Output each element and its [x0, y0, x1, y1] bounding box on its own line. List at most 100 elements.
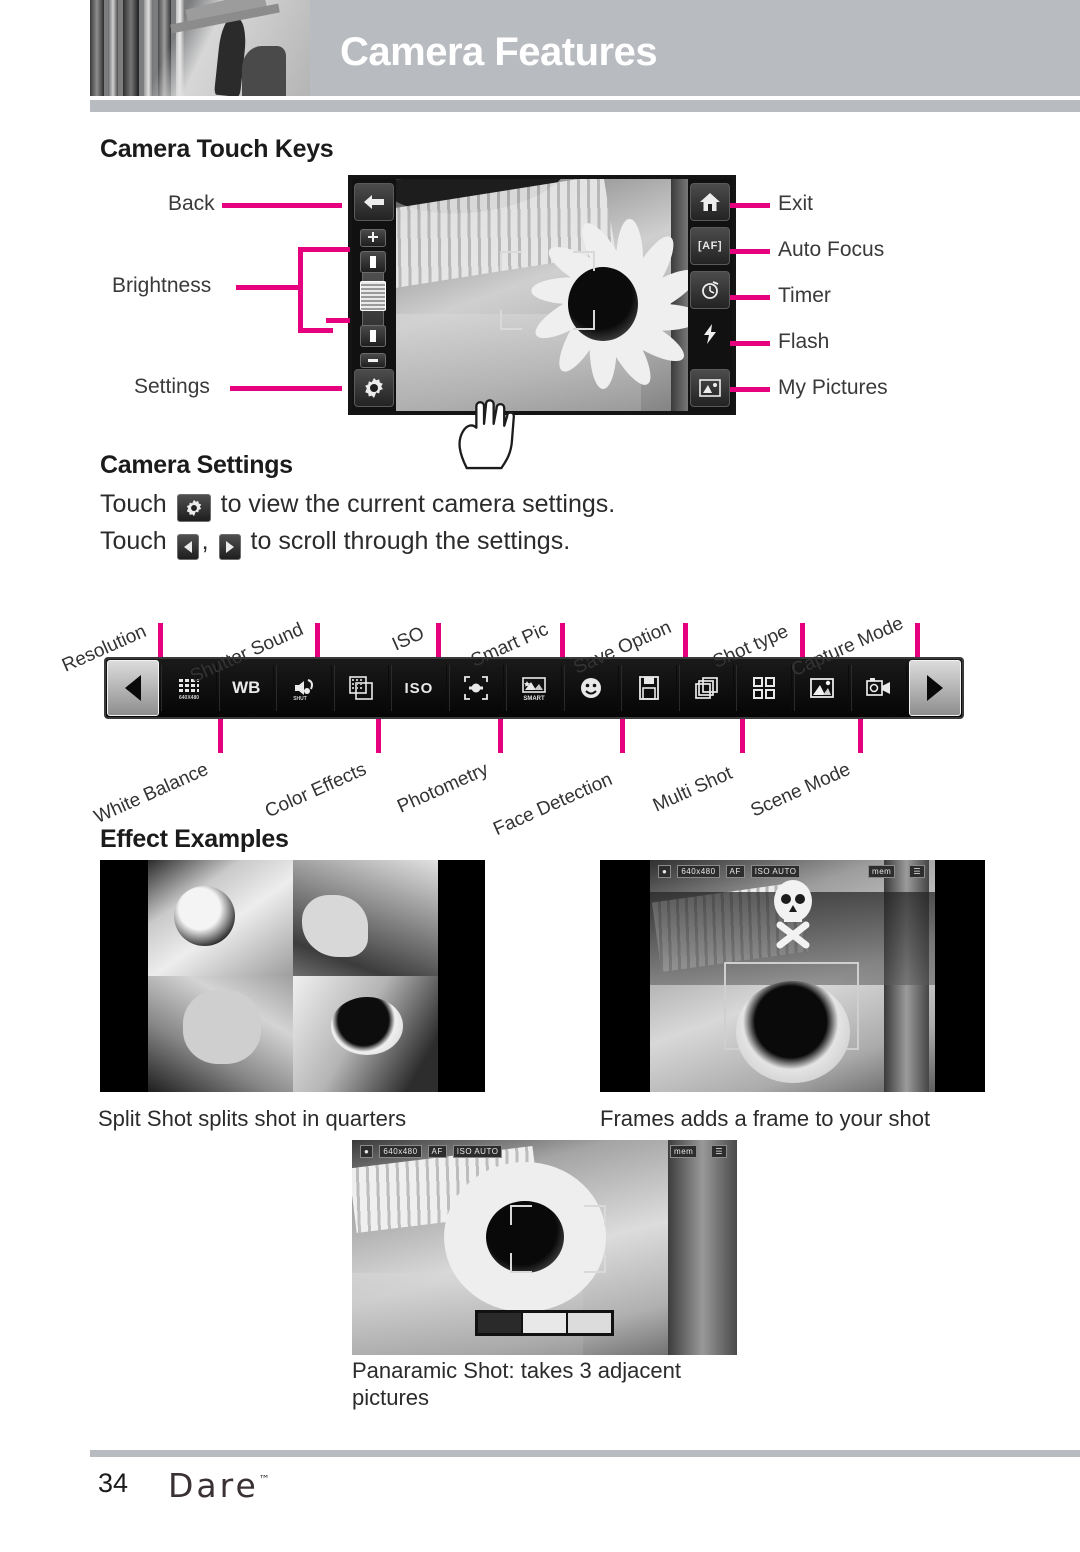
leader-brightness-bottom	[326, 318, 350, 323]
viewfinder-image	[352, 179, 732, 411]
tool-color-effects[interactable]	[333, 665, 390, 711]
hand-pointer-icon	[458, 399, 515, 470]
panoramic-shot-example: ● 640x480 AF ISO AUTO mem ☰	[352, 1140, 737, 1355]
toolbar-label-photometry: Photometry	[394, 758, 492, 818]
photometry-icon	[464, 676, 489, 700]
leader-brightness-top	[326, 247, 350, 252]
flash-button[interactable]	[690, 315, 730, 353]
tick-capture-mode	[915, 623, 920, 657]
section-title-camera-touch-keys: Camera Touch Keys	[100, 135, 334, 163]
tool-shutter-sound[interactable]: SHUT	[276, 665, 332, 711]
timer-button[interactable]	[690, 271, 730, 309]
shot-type-icon	[753, 677, 776, 699]
toolbar-next-button[interactable]	[909, 660, 961, 716]
face-detection-icon	[581, 678, 602, 698]
capture-mode-icon	[866, 678, 891, 696]
settings-button[interactable]	[354, 369, 394, 407]
label-settings: Settings	[134, 375, 210, 398]
leader-exit	[730, 203, 770, 208]
leader-auto-focus	[730, 249, 770, 254]
back-arrow-icon	[364, 195, 384, 209]
split-shot-example	[100, 860, 485, 1092]
camera-settings-toolbar-diagram: 640X480 WB SHUT ISO SMART Resolution Shu…	[59, 575, 1065, 840]
tick-resolution	[158, 623, 163, 657]
tick-smart-pic	[560, 623, 565, 657]
tool-smart-pic[interactable]: SMART	[506, 665, 562, 711]
camera-settings-line-1: Touch to view the current camera setting…	[100, 490, 615, 522]
leader-settings	[230, 386, 342, 391]
osd-af-chip: AF	[427, 1145, 447, 1158]
brightness-decrease-button[interactable]	[360, 353, 386, 368]
tool-iso[interactable]: ISO	[391, 665, 447, 711]
tick-photometry	[498, 719, 503, 753]
caret-right-icon	[927, 675, 943, 701]
osd-camera-icon: ●	[360, 1145, 374, 1158]
back-button[interactable]	[354, 183, 394, 221]
color-effects-icon	[349, 676, 374, 700]
timer-icon	[702, 281, 719, 299]
toolbar-label-face-detection: Face Detection	[490, 768, 616, 841]
camera-settings-line-2: Touch , to scroll through the settings.	[100, 527, 570, 560]
tick-save-option	[683, 623, 688, 657]
save-option-icon	[639, 676, 659, 700]
svg-text:SHUT: SHUT	[293, 696, 307, 701]
tick-scene-mode	[858, 719, 863, 753]
tool-save-option[interactable]	[621, 665, 677, 711]
brightness-slider-thumb[interactable]	[360, 281, 386, 311]
caption-panoramic-shot: Panaramic Shot: takes 3 adjacent picture…	[352, 1358, 681, 1410]
multi-shot-icon	[694, 677, 718, 699]
osd-iso-chip: ISO AUTO	[750, 865, 801, 878]
osd-camera-icon: ●	[658, 865, 672, 878]
caret-left-icon[interactable]	[176, 534, 199, 560]
camera-touch-keys-diagram: [AF] Back Brightness Settings Exit Auto …	[100, 170, 900, 470]
leader-flash	[730, 341, 770, 346]
tool-capture-mode[interactable]	[851, 665, 907, 711]
trademark-symbol: ™	[258, 1473, 273, 1486]
af-icon: [AF]	[698, 240, 722, 252]
brightness-slider-bottom-stop[interactable]	[360, 325, 386, 347]
focus-box	[500, 250, 596, 330]
my-pictures-icon	[699, 379, 721, 397]
tool-multi-shot[interactable]	[678, 665, 735, 711]
auto-focus-button[interactable]: [AF]	[690, 227, 730, 265]
brightness-slider-top-stop[interactable]	[360, 251, 386, 273]
settings-line1-prefix: Touch	[100, 490, 167, 518]
tick-multi-shot	[740, 719, 745, 753]
osd-resolution-chip: 640x480	[677, 865, 720, 878]
tick-iso	[436, 623, 441, 657]
plus-icon	[368, 232, 378, 242]
tool-shot-type[interactable]	[736, 665, 792, 711]
tick-shutter-sound	[315, 623, 320, 657]
osd-signal-icon: ☰	[711, 1145, 727, 1158]
smart-pic-icon: SMART	[522, 677, 546, 701]
panorama-segment-indicator	[475, 1309, 614, 1336]
toolbar-label-multi-shot: Multi Shot	[649, 762, 736, 817]
osd-left-group: ● 640x480 AF ISO AUTO	[658, 865, 801, 878]
frames-example: ● 640x480 AF ISO AUTO mem ☰	[600, 860, 985, 1092]
label-timer: Timer	[778, 284, 831, 307]
skull-frame-icon	[773, 879, 812, 949]
page-number: 34	[98, 1468, 129, 1498]
settings-line2-separator: ,	[201, 527, 209, 555]
caption-split-shot: Split Shot splits shot in quarters	[98, 1106, 407, 1131]
brightness-increase-button[interactable]	[360, 229, 386, 247]
my-pictures-button[interactable]	[690, 369, 730, 407]
shutter-sound-icon: SHUT	[293, 679, 313, 701]
section-title-effect-examples: Effect Examples	[100, 825, 289, 853]
toolbar-label-white-balance: White Balance	[91, 758, 212, 828]
leader-brightness	[236, 285, 302, 290]
brand-logo: Dare™	[168, 1466, 273, 1505]
gear-icon[interactable]	[176, 494, 211, 522]
exit-button[interactable]	[690, 183, 730, 221]
svg-text:640X480: 640X480	[179, 695, 199, 701]
label-back: Back	[168, 192, 215, 215]
section-title-camera-settings: Camera Settings	[100, 451, 293, 479]
home-icon	[700, 193, 720, 211]
osd-signal-icon: ☰	[909, 865, 925, 878]
caret-right-icon[interactable]	[218, 534, 241, 560]
label-auto-focus: Auto Focus	[778, 238, 885, 261]
pano-focus-box	[509, 1204, 607, 1274]
leader-timer	[730, 295, 770, 300]
toolbar-prev-button[interactable]	[107, 660, 159, 716]
tick-shot-type	[800, 623, 805, 657]
